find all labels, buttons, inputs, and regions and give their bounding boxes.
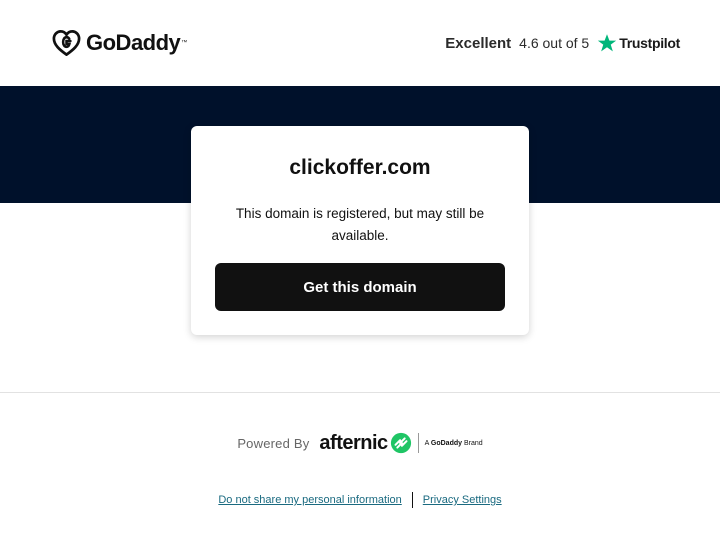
logo-wordmark: GoDaddy xyxy=(86,30,181,55)
brand-separator xyxy=(417,433,419,453)
footer-divider xyxy=(0,392,720,393)
brand-tag-name: GoDaddy xyxy=(430,439,463,447)
afternic-wordmark: afternic xyxy=(319,431,388,454)
brand-tag-suffix: Brand xyxy=(463,439,483,447)
powered-by-label: Powered By xyxy=(237,435,310,451)
domain-status-text: This domain is registered, but may still… xyxy=(235,206,485,243)
trustpilot-rating[interactable]: Excellent 4.6 out of 5 Trustpilot xyxy=(445,31,680,55)
powered-by-section: Powered By afternic A GoDaddy Brand xyxy=(0,430,720,456)
godaddy-logo[interactable]: GoDaddy ™ xyxy=(51,29,187,57)
rating-label: Excellent xyxy=(445,34,512,52)
get-this-domain-button[interactable]: Get this domain xyxy=(215,263,505,311)
privacy-settings-link[interactable]: Privacy Settings xyxy=(423,494,502,506)
do-not-share-link[interactable]: Do not share my personal information xyxy=(218,494,401,506)
godaddy-brand-tag: A GoDaddy Brand xyxy=(425,440,483,447)
trademark-mark: ™ xyxy=(181,40,188,46)
afternic-logo-icon xyxy=(390,432,411,454)
domain-card: clickoffer.com This domain is registered… xyxy=(191,126,529,335)
rating-score: 4.6 out of 5 xyxy=(519,35,590,51)
trustpilot-star-icon xyxy=(598,34,617,52)
domain-title: clickoffer.com xyxy=(289,156,431,179)
trustpilot-wordmark: Trustpilot xyxy=(619,35,680,51)
site-header: GoDaddy ™ Excellent 4.6 out of 5 Trustpi… xyxy=(0,0,720,86)
link-separator xyxy=(411,492,413,508)
godaddy-logo-icon xyxy=(52,30,81,56)
brand-tag-prefix: A xyxy=(424,439,429,447)
footer-links: Do not share my personal information Pri… xyxy=(0,490,720,510)
